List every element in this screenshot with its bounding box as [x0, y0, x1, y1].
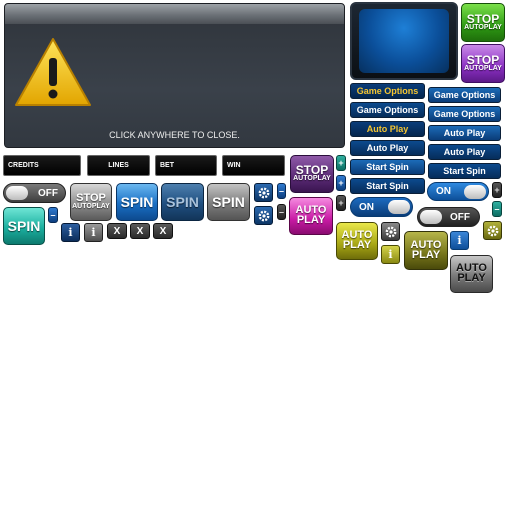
- auto-play-button-yellow[interactable]: AUTO PLAY: [336, 222, 378, 260]
- autoplay-label: AUTOPLAY: [464, 64, 502, 72]
- gear-icon: [258, 210, 269, 221]
- auto-play-button-gold[interactable]: Auto Play: [350, 121, 425, 137]
- spin-button-grey[interactable]: SPIN: [207, 183, 250, 221]
- stop-autoplay-button-dark-purple[interactable]: STOP AUTOPLAY: [290, 155, 334, 193]
- toggle-state-label: OFF: [38, 187, 58, 199]
- info-button-navy[interactable]: i: [61, 223, 80, 242]
- info-button-yellow[interactable]: i: [381, 245, 400, 264]
- display-screen: [359, 9, 449, 73]
- gear-icon: [385, 226, 396, 237]
- gear-icon[interactable]: [254, 183, 273, 202]
- start-spin-button-dark[interactable]: Start Spin: [350, 178, 425, 194]
- spin-button-dark-blue[interactable]: SPIN: [161, 183, 204, 221]
- dialog-message: CLICK ANYWHERE TO CLOSE.: [109, 130, 240, 140]
- increase-button-blue[interactable]: +: [336, 175, 346, 191]
- decrease-button-blue[interactable]: –: [277, 183, 286, 199]
- autoplay-label: AUTOPLAY: [293, 175, 331, 183]
- toggle-on-blue[interactable]: ON: [427, 182, 489, 201]
- info-button-blue[interactable]: i: [450, 231, 469, 250]
- toggle-knob: [6, 186, 28, 200]
- dialog-title-bar: [5, 4, 344, 24]
- close-button[interactable]: X: [107, 223, 127, 239]
- autoplay-label: AUTOPLAY: [72, 202, 110, 210]
- play-label: PLAY: [411, 248, 441, 261]
- play-label: PLAY: [296, 214, 326, 226]
- decrease-button-grey[interactable]: –: [277, 204, 286, 220]
- bet-label: BET: [155, 155, 217, 176]
- auto-play-button-grey[interactable]: AUTO PLAY: [450, 255, 493, 293]
- stop-autoplay-button-purple[interactable]: STOP AUTOPLAY: [461, 44, 505, 83]
- toggle-knob: [420, 210, 442, 224]
- toggle-off[interactable]: OFF: [3, 183, 66, 203]
- win-label: WIN: [222, 155, 285, 176]
- toggle-knob: [388, 200, 410, 214]
- warning-icon: [15, 38, 91, 106]
- decrease-button-navy[interactable]: –: [48, 207, 58, 223]
- increase-button-grey[interactable]: +: [336, 195, 346, 211]
- close-button[interactable]: X: [130, 223, 150, 239]
- auto-play-button-3[interactable]: Auto Play: [428, 144, 501, 160]
- auto-play-button-pink[interactable]: AUTO PLAY: [289, 197, 333, 235]
- toggle-state-label: ON: [436, 186, 451, 197]
- auto-play-button-2[interactable]: Auto Play: [428, 125, 501, 141]
- game-options-button[interactable]: Game Options: [350, 102, 425, 118]
- gear-icon: [487, 225, 498, 236]
- spin-button-teal[interactable]: SPIN: [3, 207, 45, 245]
- decrease-button-teal[interactable]: –: [492, 201, 502, 217]
- gear-icon[interactable]: [381, 222, 400, 241]
- stop-autoplay-button-green[interactable]: STOP AUTOPLAY: [461, 3, 505, 42]
- warning-dialog[interactable]: CLICK ANYWHERE TO CLOSE.: [4, 3, 345, 148]
- play-label: PLAY: [457, 272, 486, 284]
- spin-button-blue[interactable]: SPIN: [116, 183, 158, 221]
- lines-label: LINES: [87, 155, 150, 176]
- gear-icon[interactable]: [254, 206, 273, 225]
- info-button-grey[interactable]: i: [84, 223, 103, 242]
- game-options-button-3[interactable]: Game Options: [428, 106, 501, 122]
- toggle-off-dark[interactable]: OFF: [417, 207, 480, 227]
- game-options-button-gold[interactable]: Game Options: [350, 83, 425, 99]
- autoplay-label: AUTOPLAY: [464, 23, 502, 31]
- auto-play-button[interactable]: Auto Play: [350, 140, 425, 156]
- start-spin-button-2[interactable]: Start Spin: [428, 163, 501, 179]
- toggle-on-dark-blue[interactable]: ON: [350, 197, 413, 217]
- toggle-knob: [464, 184, 486, 199]
- start-spin-button[interactable]: Start Spin: [350, 159, 425, 175]
- play-label: PLAY: [342, 239, 372, 251]
- auto-play-button-olive[interactable]: AUTO PLAY: [404, 231, 448, 270]
- toggle-state-label: ON: [359, 201, 374, 213]
- close-button[interactable]: X: [153, 223, 173, 239]
- increase-button-dark[interactable]: +: [492, 182, 502, 198]
- game-options-button-2[interactable]: Game Options: [428, 87, 501, 103]
- toggle-state-label: OFF: [450, 211, 470, 223]
- stop-autoplay-button-grey[interactable]: STOP AUTOPLAY: [70, 183, 112, 221]
- gear-icon[interactable]: [483, 221, 502, 240]
- display-panel: [350, 2, 458, 80]
- credits-label: CREDITS: [3, 155, 81, 176]
- gear-icon: [258, 187, 269, 198]
- increase-button-teal[interactable]: +: [336, 155, 346, 171]
